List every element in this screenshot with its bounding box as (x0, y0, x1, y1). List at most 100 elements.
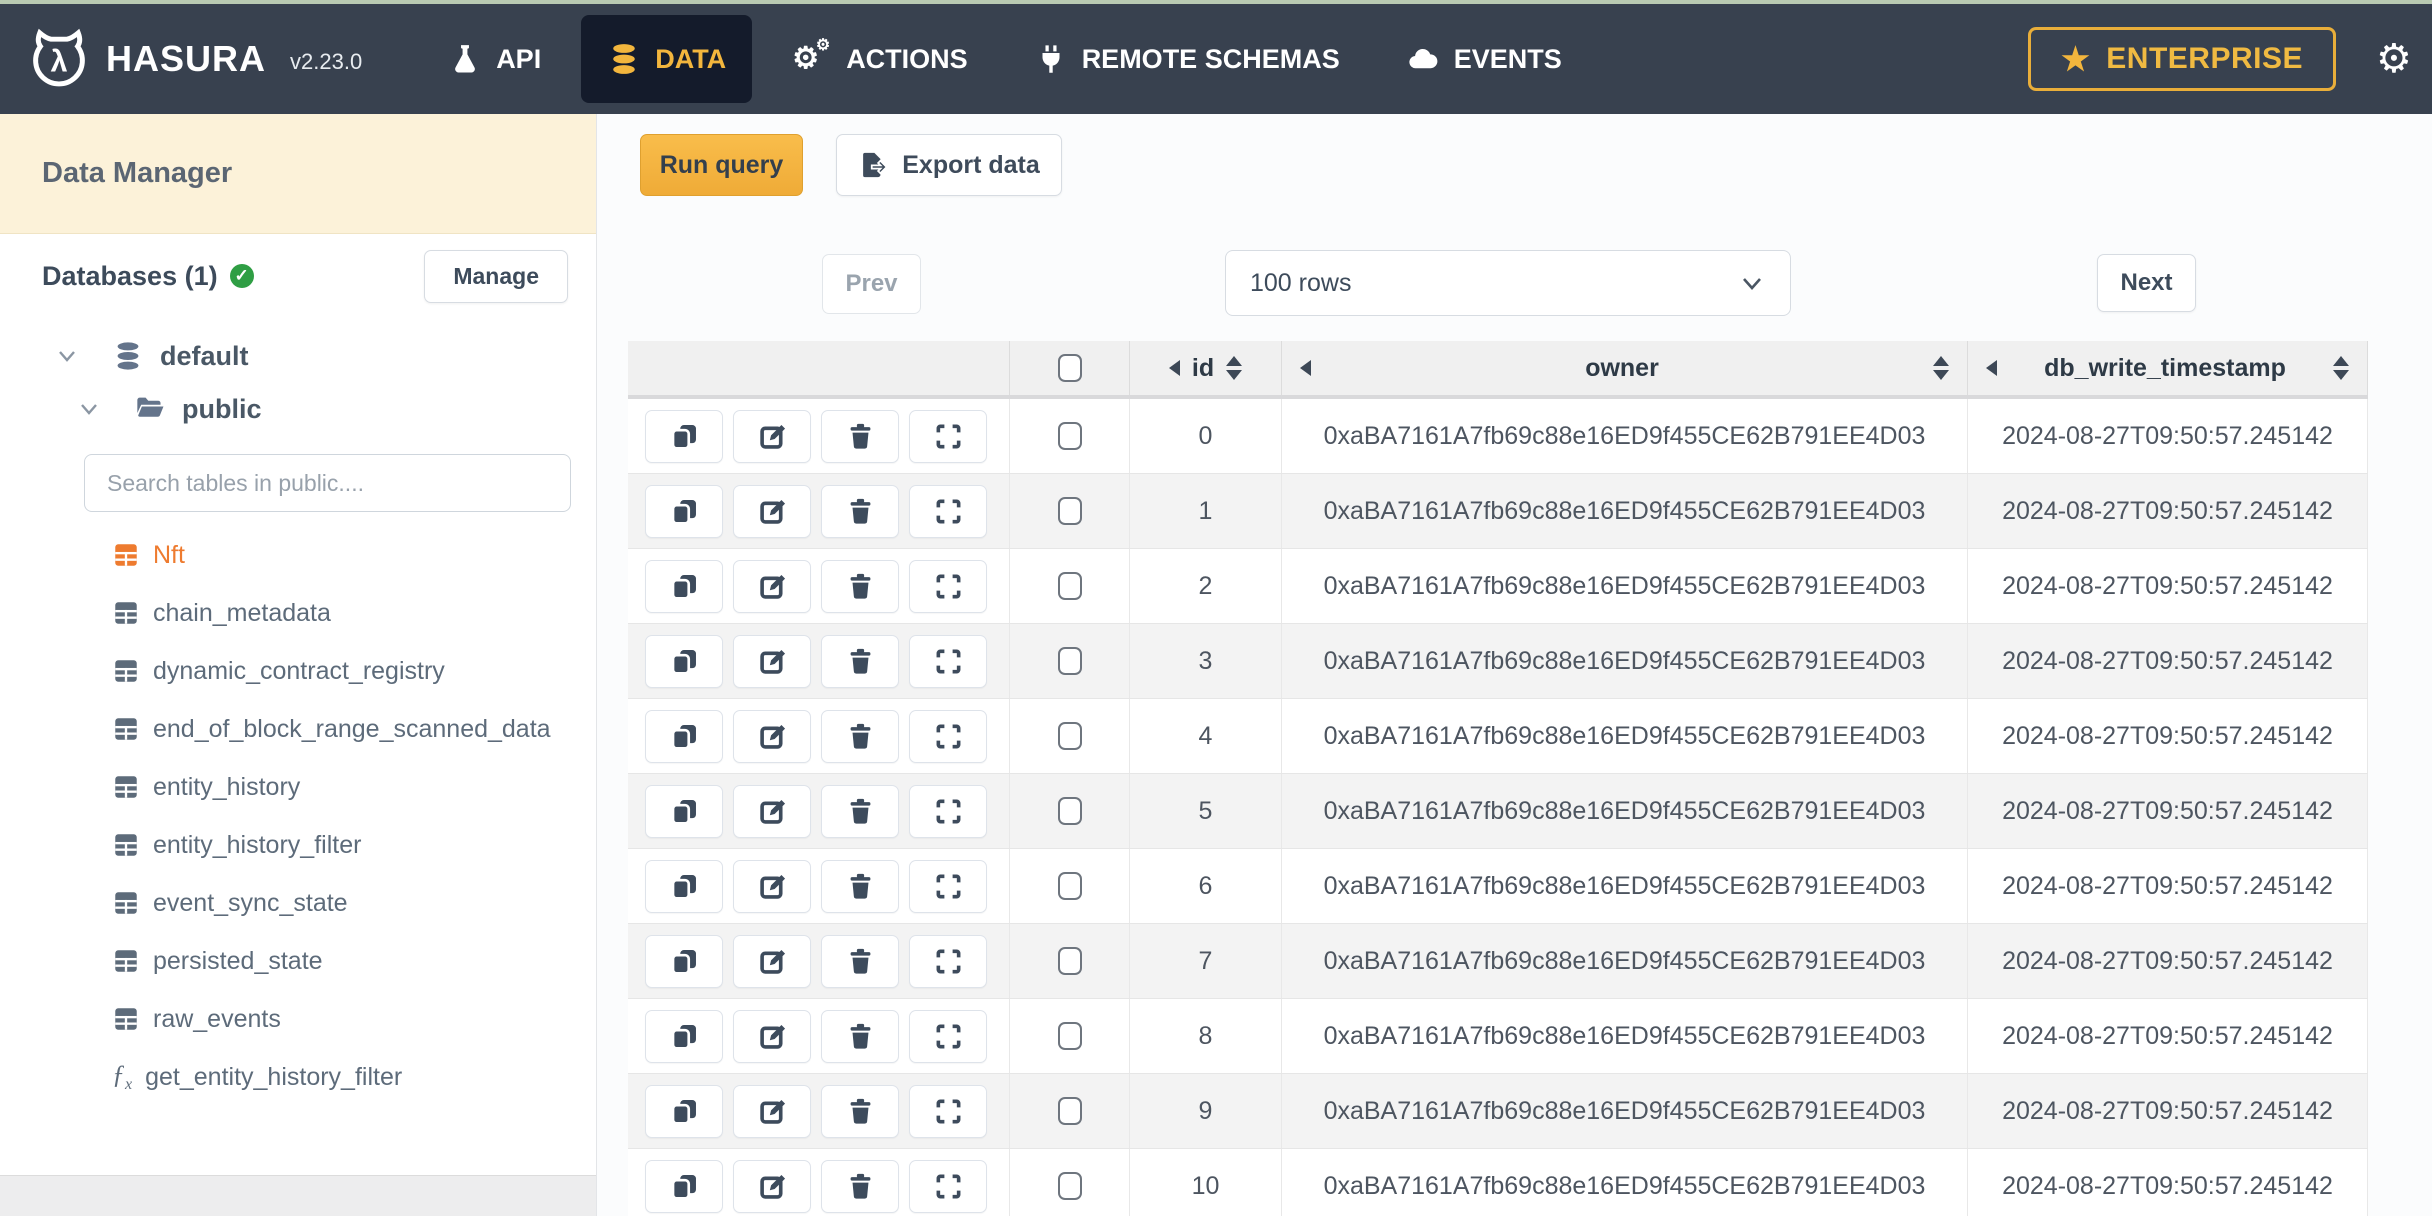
header-owner-column[interactable]: owner (1282, 341, 1968, 395)
expand-row-button[interactable] (909, 559, 987, 613)
next-page-button[interactable]: Next (2097, 254, 2196, 312)
sidebar-item-table-event_sync_state[interactable]: event_sync_state (0, 874, 596, 932)
row-checkbox[interactable] (1057, 797, 1082, 825)
clone-row-button[interactable] (645, 934, 723, 988)
prev-page-button[interactable]: Prev (822, 254, 921, 314)
sidebar-item-function[interactable]: ƒx get_entity_history_filter (0, 1048, 596, 1106)
tree-node-database-default[interactable]: default (56, 328, 596, 384)
edit-row-button[interactable] (733, 559, 811, 613)
delete-row-button[interactable] (821, 1159, 899, 1213)
enterprise-button[interactable]: ★ ENTERPRISE (2028, 27, 2336, 91)
row-checkbox[interactable] (1057, 422, 1082, 450)
sort-icon[interactable] (1226, 356, 1243, 380)
sort-icon[interactable] (1933, 356, 1949, 380)
delete-row-button[interactable] (821, 559, 899, 613)
delete-row-button[interactable] (821, 634, 899, 688)
delete-row-button[interactable] (821, 934, 899, 988)
row-checkbox[interactable] (1057, 647, 1082, 675)
edit-row-button[interactable] (733, 484, 811, 538)
clone-row-button[interactable] (645, 1084, 723, 1138)
export-data-button[interactable]: Export data (836, 134, 1062, 196)
nav-item-api[interactable]: API (422, 15, 567, 103)
delete-row-button[interactable] (821, 709, 899, 763)
sidebar-header: Data Manager (0, 114, 596, 234)
sidebar-item-table-Nft[interactable]: Nft (0, 526, 596, 584)
sidebar-item-table-dynamic_contract_registry[interactable]: dynamic_contract_registry (0, 642, 596, 700)
rows-per-page-select[interactable]: 100 rows (1225, 250, 1791, 316)
tree-node-schema-public[interactable]: public (78, 386, 596, 432)
row-checkbox[interactable] (1057, 572, 1082, 600)
edit-row-button[interactable] (733, 409, 811, 463)
search-tables-input[interactable] (84, 454, 571, 512)
table-icon (115, 1008, 137, 1030)
clone-row-button[interactable] (645, 709, 723, 763)
edit-row-button[interactable] (733, 1084, 811, 1138)
header-id-column[interactable]: id (1130, 341, 1282, 395)
delete-row-button[interactable] (821, 484, 899, 538)
expand-row-button[interactable] (909, 1159, 987, 1213)
nav-item-events[interactable]: EVENTS (1380, 15, 1588, 103)
delete-row-button[interactable] (821, 859, 899, 913)
collapse-column-icon[interactable] (1168, 360, 1180, 376)
row-checkbox[interactable] (1057, 947, 1082, 975)
delete-row-button[interactable] (821, 784, 899, 838)
run-query-button[interactable]: Run query (640, 134, 803, 196)
edit-row-button[interactable] (733, 634, 811, 688)
collapse-column-icon[interactable] (1300, 360, 1311, 376)
nav-item-data[interactable]: DATA (581, 15, 753, 103)
expand-row-button[interactable] (909, 784, 987, 838)
row-checkbox[interactable] (1057, 1097, 1082, 1125)
edit-row-button[interactable] (733, 1159, 811, 1213)
edit-row-button[interactable] (733, 934, 811, 988)
cell-id: 3 (1130, 624, 1282, 698)
column-title-owner: owner (1585, 353, 1659, 382)
clone-row-button[interactable] (645, 784, 723, 838)
expand-row-button[interactable] (909, 1009, 987, 1063)
nav-item-remote-schemas[interactable]: REMOTE SCHEMAS (1008, 15, 1366, 103)
select-all-checkbox[interactable] (1057, 354, 1082, 382)
row-checkbox[interactable] (1057, 497, 1082, 525)
sidebar-item-table-raw_events[interactable]: raw_events (0, 990, 596, 1048)
expand-row-button[interactable] (909, 409, 987, 463)
table-name: event_sync_state (153, 888, 348, 917)
sidebar-item-table-entity_history[interactable]: entity_history (0, 758, 596, 816)
collapse-column-icon[interactable] (1986, 360, 1997, 376)
delete-row-button[interactable] (821, 409, 899, 463)
edit-row-button[interactable] (733, 859, 811, 913)
row-checkbox[interactable] (1057, 1022, 1082, 1050)
expand-row-button[interactable] (909, 1084, 987, 1138)
nav-item-actions[interactable]: ⚙ ⚙ ACTIONS (766, 15, 994, 103)
cell-db-write-timestamp: 2024-08-27T09:50:57.245142 (1968, 474, 2368, 548)
sort-icon[interactable] (2333, 356, 2349, 380)
row-checkbox[interactable] (1057, 872, 1082, 900)
sidebar-item-table-persisted_state[interactable]: persisted_state (0, 932, 596, 990)
sidebar-item-table-entity_history_filter[interactable]: entity_history_filter (0, 816, 596, 874)
clone-row-button[interactable] (645, 559, 723, 613)
edit-row-button[interactable] (733, 709, 811, 763)
expand-row-button[interactable] (909, 934, 987, 988)
header-timestamp-column[interactable]: db_write_timestamp (1968, 341, 2368, 395)
table-header-row: id owner db_write_timestamp (628, 341, 2368, 399)
clone-row-button[interactable] (645, 634, 723, 688)
clone-row-button[interactable] (645, 484, 723, 538)
clone-row-button[interactable] (645, 1009, 723, 1063)
row-checkbox[interactable] (1057, 722, 1082, 750)
sidebar-item-table-chain_metadata[interactable]: chain_metadata (0, 584, 596, 642)
manage-button[interactable]: Manage (424, 249, 568, 303)
clone-row-button[interactable] (645, 1159, 723, 1213)
clone-row-button[interactable] (645, 409, 723, 463)
expand-row-button[interactable] (909, 709, 987, 763)
sidebar-item-table-end_of_block_range_scanned_data[interactable]: end_of_block_range_scanned_data (0, 700, 596, 758)
expand-row-button[interactable] (909, 859, 987, 913)
delete-row-button[interactable] (821, 1084, 899, 1138)
delete-row-button[interactable] (821, 1009, 899, 1063)
settings-gear-icon[interactable]: ⚙ (2376, 39, 2412, 79)
row-checkbox[interactable] (1057, 1172, 1082, 1200)
expand-row-button[interactable] (909, 484, 987, 538)
copy-icon (671, 1024, 696, 1050)
clone-row-button[interactable] (645, 859, 723, 913)
edit-row-button[interactable] (733, 784, 811, 838)
table-row: 4 0xaBA7161A7fb69c88e16ED9f455CE62B791EE… (628, 699, 2368, 774)
edit-row-button[interactable] (733, 1009, 811, 1063)
expand-row-button[interactable] (909, 634, 987, 688)
